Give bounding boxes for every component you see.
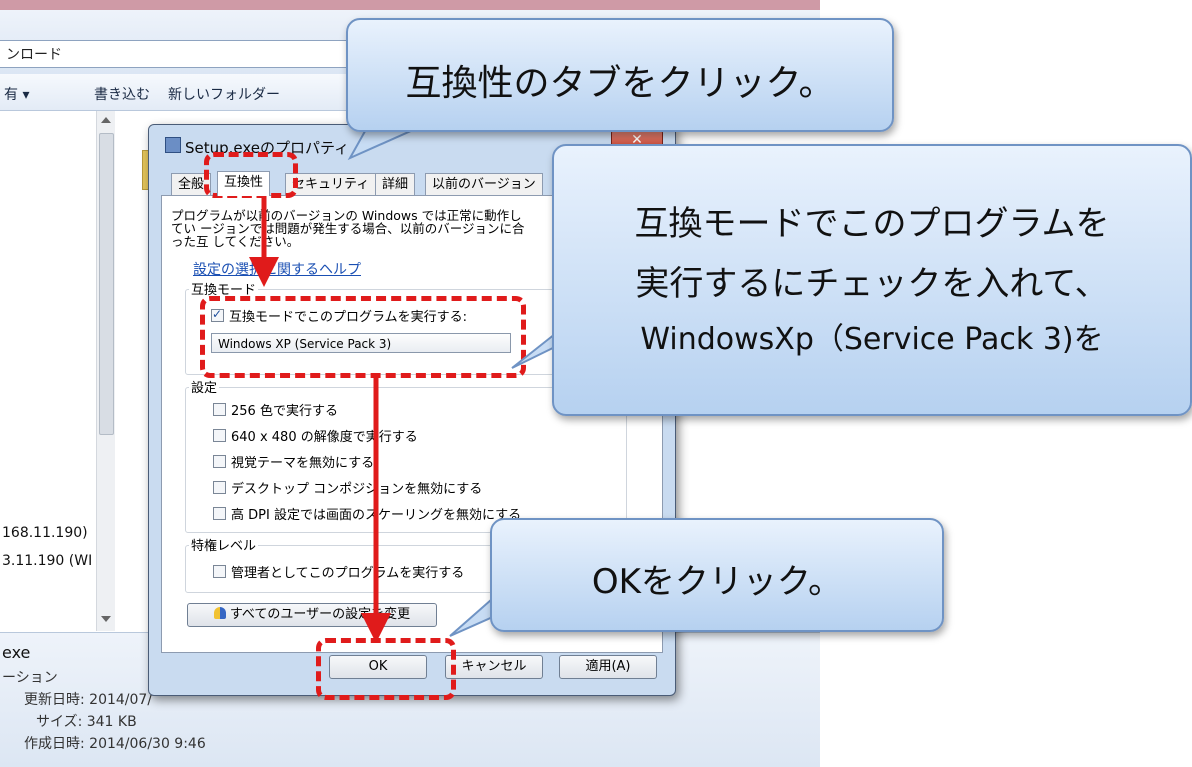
tab-compatibility[interactable]: 互換性 [217, 171, 271, 196]
callout-compat-line: WindowsXp（Service Pack 3)を [640, 322, 1104, 357]
callout-ok: OKをクリック。 [490, 518, 944, 632]
callout-compat-line: 互換モードでこのプログラムを [634, 204, 1110, 244]
callout-compat-mode: 互換モードでこのプログラムを 実行するにチェックを入れて、 WindowsXp（… [552, 144, 1192, 416]
callout-tab-text: 互換性のタブをクリック。 [405, 63, 835, 104]
callout-compat-line: 実行するにチェックを入れて、 [635, 264, 1109, 304]
callout-compat-tab: 互換性のタブをクリック。 [346, 18, 894, 132]
callout-ok-text: OKをクリック。 [591, 562, 843, 602]
